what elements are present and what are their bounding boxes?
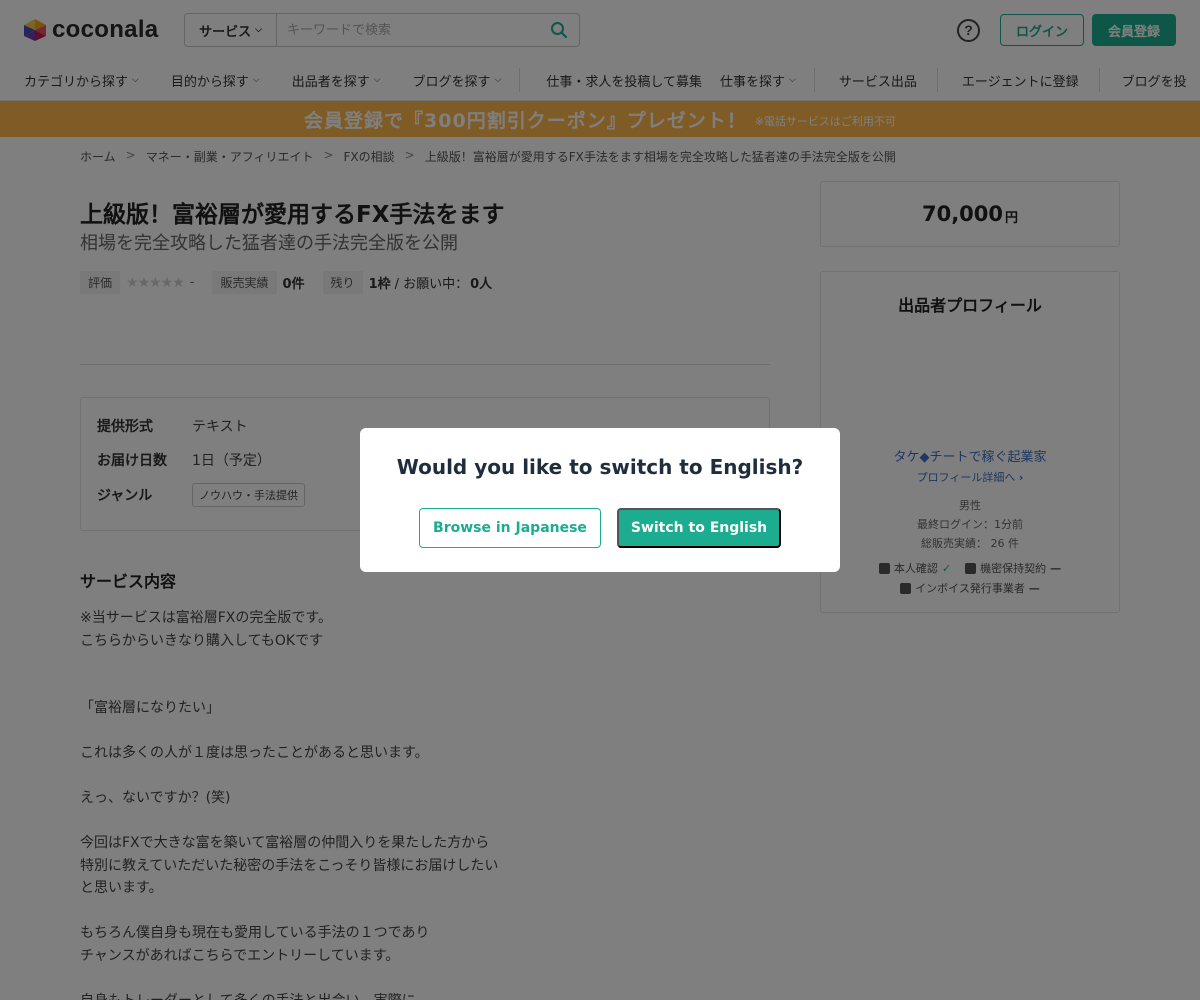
language-switch-modal: Would you like to switch to English? Bro… — [360, 428, 840, 572]
modal-question: Would you like to switch to English? — [396, 455, 804, 479]
switch-english-button[interactable]: Switch to English — [617, 508, 781, 548]
browse-japanese-button[interactable]: Browse in Japanese — [419, 508, 601, 548]
